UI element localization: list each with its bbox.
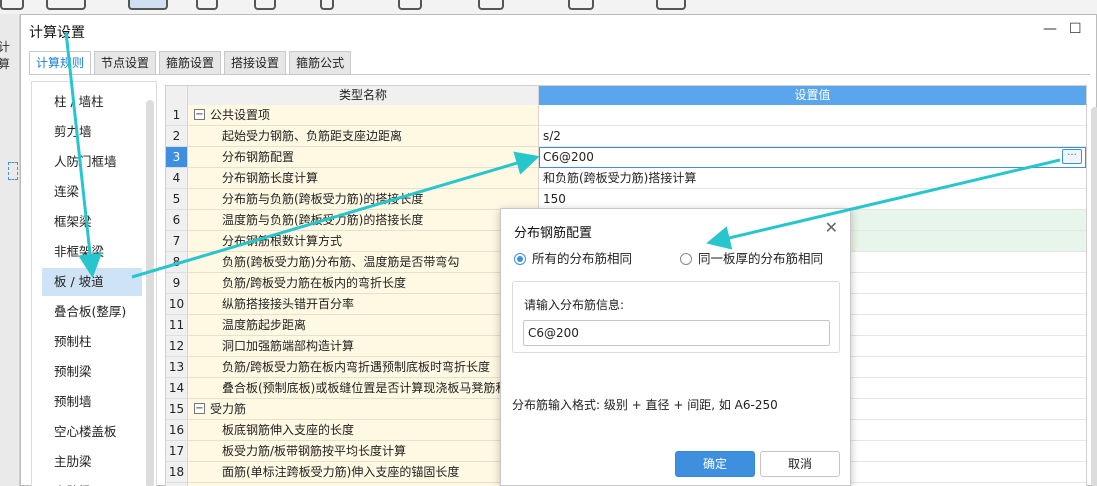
annotation-arrows xyxy=(64,31,1061,279)
annotation-arrow xyxy=(706,158,1061,250)
annotation-arrow xyxy=(131,151,540,279)
annotation-arrow xyxy=(64,31,102,278)
